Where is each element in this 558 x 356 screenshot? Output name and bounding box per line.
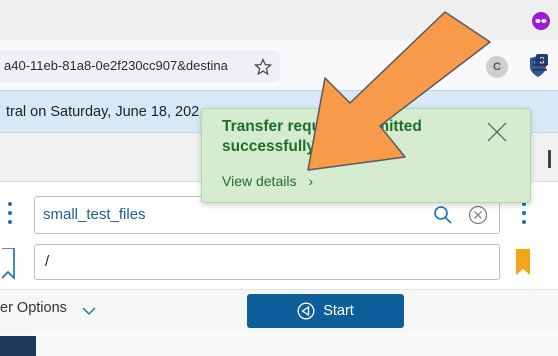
extension-icon[interactable]: C <box>486 56 508 78</box>
close-icon[interactable] <box>486 121 508 143</box>
browser-tab-bar <box>0 0 558 40</box>
bookmark-outline-icon[interactable] <box>0 247 16 280</box>
options-kebab-icon[interactable] <box>522 202 526 224</box>
private-browsing-mask-icon <box>532 12 550 30</box>
file-list-selector[interactable] <box>0 336 36 356</box>
toast-message: Transfer request submitted successfully <box>222 118 422 155</box>
bookmark-star-icon[interactable] <box>253 57 273 76</box>
file-list-header <box>0 332 558 356</box>
chevron-down-icon[interactable] <box>82 303 96 315</box>
bookmark-filled-icon[interactable] <box>516 249 530 275</box>
address-bar[interactable]: a40-11eb-81a8-0e2f230cc907&destina <box>0 50 280 82</box>
search-icon[interactable] <box>433 205 453 225</box>
start-arrow-icon <box>297 302 315 320</box>
chevron-right-icon: › <box>308 173 314 189</box>
view-details-label: View details <box>222 173 297 189</box>
start-button-label: Start <box>323 303 354 319</box>
menu-hamburger-icon[interactable] <box>533 58 547 71</box>
collection-menu-kebab-icon[interactable] <box>8 202 12 224</box>
path-input[interactable]: / <box>34 244 500 280</box>
start-transfer-button[interactable]: Start <box>247 294 404 328</box>
view-details-link[interactable]: View details › <box>222 173 313 189</box>
panel-divider <box>548 150 551 168</box>
transfer-options-toggle[interactable]: er Options <box>0 300 67 316</box>
clear-input-icon[interactable] <box>468 205 488 225</box>
success-toast: Transfer request submitted successfully … <box>201 108 531 203</box>
